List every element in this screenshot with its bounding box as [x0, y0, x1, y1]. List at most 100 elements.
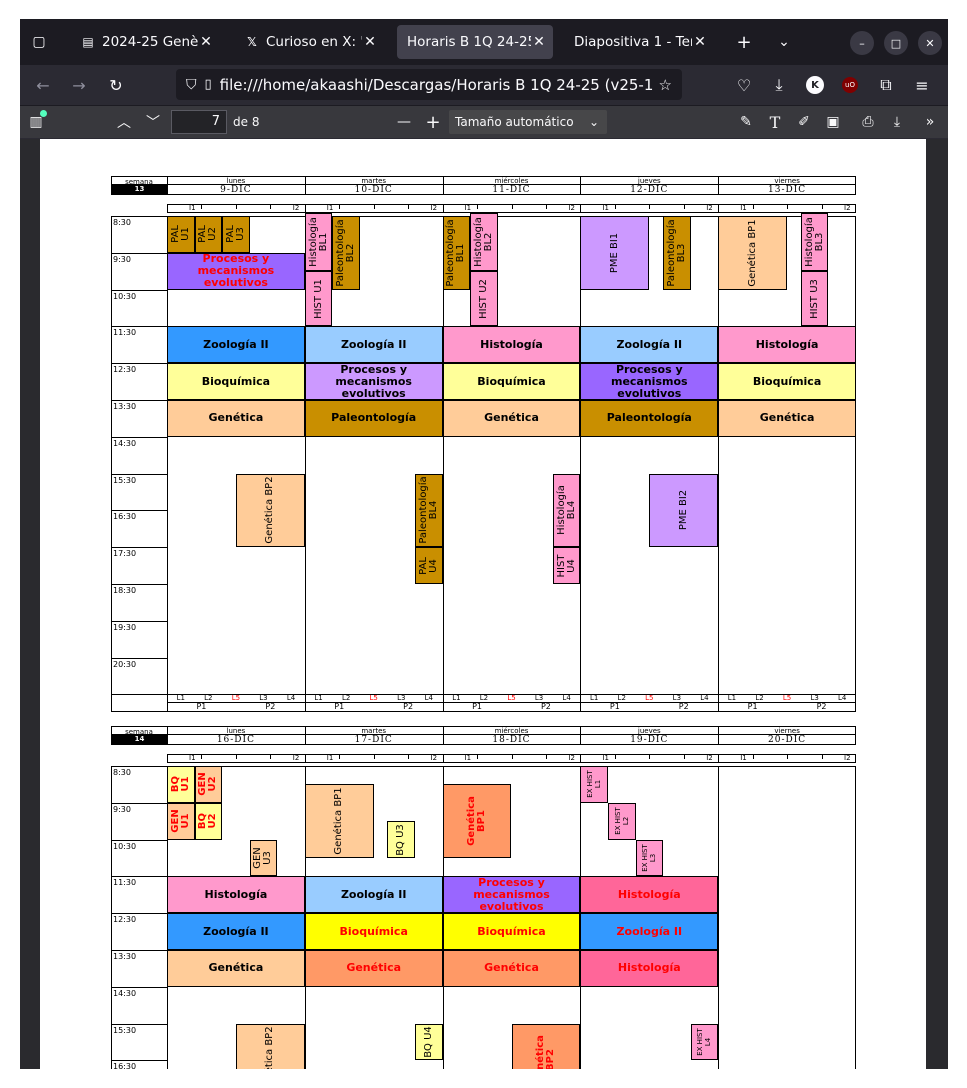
close-icon[interactable]: ✕ [198, 34, 214, 50]
time-label: 11:30 [113, 328, 137, 338]
block-label: GEN U2 [197, 772, 219, 797]
time-label: 12:30 [113, 915, 137, 925]
ublock-icon[interactable]: uO [839, 74, 861, 96]
chevron-down-icon: ⌄ [588, 115, 599, 129]
schedule-block: Bioquímica [442, 913, 581, 950]
block-label: Histología BL1 [307, 217, 329, 267]
pocket-icon[interactable]: ♡ [733, 74, 755, 96]
firefox-view-icon[interactable]: ▢ [28, 31, 50, 53]
tick [752, 204, 754, 209]
time-label: 14:30 [113, 988, 137, 998]
schedule-block: Bioquímica [167, 363, 305, 400]
url-bar[interactable]: ⛉ ▯ file:///home/akaashi/Descargas/Horar… [176, 69, 682, 100]
lab-l: L2 [341, 694, 351, 703]
save-icon[interactable]: ⤓ [887, 111, 907, 133]
avatar: K [806, 76, 824, 94]
schedule-block: Histología BL3 [800, 213, 829, 272]
maximize-icon[interactable]: □ [884, 31, 908, 55]
tick [201, 754, 203, 759]
lab-i1: I1 [602, 204, 609, 212]
new-tab-button[interactable]: + [733, 31, 755, 53]
tick [408, 204, 410, 209]
previous-page-icon[interactable]: ︿ [113, 111, 135, 133]
schedule-block: PAL U3 [222, 216, 250, 253]
schedule-block: Zoología II [304, 326, 443, 364]
tick [545, 204, 547, 209]
block-label: Genética BP2 [264, 476, 276, 544]
row-line [111, 473, 167, 475]
lab-l: L3 [259, 694, 268, 703]
close-icon[interactable]: ✕ [362, 34, 378, 50]
tick [649, 204, 651, 209]
reload-icon[interactable]: ↻ [105, 74, 127, 96]
lab-p: P1 [747, 702, 758, 712]
schedule-block: Paleontología [580, 400, 719, 437]
tab-genetica[interactable]: ▤ 2024-25 Genètic ✕ [70, 25, 220, 59]
download-icon[interactable]: ⤓ [768, 74, 790, 96]
forward-icon[interactable]: → [68, 74, 90, 96]
schedule-block: GEN U1 [167, 802, 195, 840]
url-text[interactable]: file:///home/akaashi/Descargas/Horaris B… [220, 76, 653, 94]
block-label: HIST U1 [312, 278, 324, 319]
schedule-block: Zoología II [167, 326, 305, 364]
sub-divider [442, 754, 444, 763]
lab-l: L4 [700, 694, 709, 703]
block-label: BQ U2 [197, 813, 219, 830]
tick [787, 754, 789, 759]
zoom-in-icon[interactable]: + [423, 111, 443, 133]
extensions-icon[interactable]: ⧉ [875, 74, 897, 96]
zoom-out-icon[interactable]: — [394, 111, 414, 133]
day-name: miércoles [494, 727, 529, 735]
tick [270, 204, 272, 209]
lab-i1: I1 [464, 754, 472, 762]
highlight-icon[interactable]: ✎ [736, 111, 756, 133]
tab-horaris[interactable]: Horaris B 1Q 24-25 ✕ [397, 25, 553, 59]
page-number-input[interactable]: 7 [171, 110, 227, 134]
schedule-block: Genética BP1 [718, 216, 788, 290]
lab-i2: I2 [430, 754, 438, 762]
lab-i1: I1 [602, 754, 609, 762]
block-label: Paleontología BL1 [445, 219, 467, 287]
block-label: PAL U2 [197, 225, 219, 244]
lab-l: L2 [204, 694, 213, 703]
schedule-block: EX HIST L1 [580, 766, 608, 803]
pdf-toolbar: ▥ ︿ ﹀ 7 de 8 — + Tamaño automático ⌄ ✎ T … [20, 105, 948, 138]
block-label: Paleontología BL3 [665, 219, 687, 287]
schedule-block: Histología [718, 326, 856, 364]
pdf-viewer[interactable]: semana 13 lunes 9-DIC martes 10-DIC miércoles 1… [20, 139, 948, 1069]
schedule-block: Paleontología BL3 [663, 216, 691, 290]
back-icon[interactable]: ← [32, 74, 54, 96]
block-label: Genética BP2 [264, 1026, 276, 1069]
text-tool-icon[interactable]: T [765, 111, 785, 133]
bookmark-star-icon[interactable]: ☆ [659, 76, 672, 94]
day-name: martes [361, 177, 387, 185]
profile-avatar[interactable]: K [804, 74, 826, 96]
print-icon[interactable]: ⎙ [858, 111, 878, 133]
schedule-block: Zoología II [167, 913, 305, 950]
menu-icon[interactable]: ≡ [911, 74, 933, 96]
schedule-block: Histología BL2 [470, 213, 498, 272]
schedule-block: Histología BL1 [304, 213, 333, 272]
block-label: PME BI2 [677, 490, 689, 531]
block-label: EX HIST L1 [586, 770, 603, 799]
minimize-icon[interactable]: – [850, 31, 874, 55]
block-label: Genética BP2 [534, 1035, 556, 1070]
zoom-select[interactable]: Tamaño automático ⌄ [449, 110, 607, 134]
lab-p: P2 [816, 702, 827, 712]
time-label: 19:30 [113, 622, 137, 632]
shield-icon[interactable]: ⛉ [186, 77, 197, 93]
day-date: 19-DIC [630, 735, 669, 745]
sub-divider [167, 204, 168, 213]
lab-i1: I1 [740, 754, 747, 762]
close-icon[interactable]: ✕ [531, 34, 547, 50]
tab-curioso[interactable]: 𝕏 Curioso en X: "T ✕ [234, 25, 384, 59]
more-tools-icon[interactable]: » [920, 111, 940, 133]
chevron-down-icon[interactable]: ⌄ [773, 31, 795, 53]
schedule-block: Bioquímica [718, 363, 856, 400]
close-window-icon[interactable]: ✕ [918, 31, 942, 55]
tab-diapositiva[interactable]: Diapositiva 1 - Tem ✕ [564, 25, 714, 59]
next-page-icon[interactable]: ﹀ [142, 111, 164, 133]
draw-icon[interactable]: ✐ [794, 111, 814, 133]
close-icon[interactable]: ✕ [692, 34, 708, 50]
image-icon[interactable]: ▣ [823, 111, 843, 133]
